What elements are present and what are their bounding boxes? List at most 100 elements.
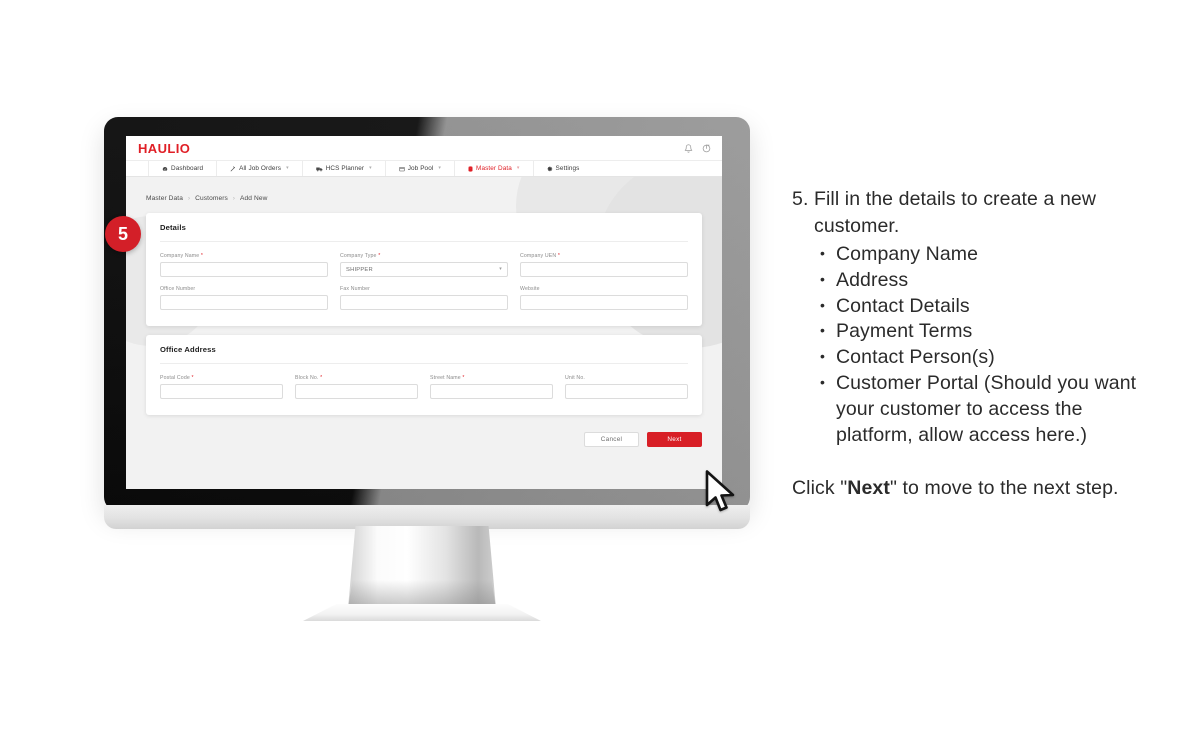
monitor-mockup: HAULIO Dashboard All Job Orders ▾ HCS Pl… (0, 0, 800, 660)
breadcrumb-separator-icon: › (188, 195, 191, 202)
nav-item-all-job-orders[interactable]: All Job Orders ▾ (217, 161, 303, 176)
nav-item-master-data[interactable]: Master Data ▾ (455, 161, 534, 176)
field-label: Company Type * (340, 253, 381, 259)
breadcrumb-item-customers[interactable]: Customers (195, 195, 228, 202)
nav-label: Dashboard (171, 165, 204, 172)
field-street-name: Street Name * (430, 375, 553, 399)
field-label: Unit No. (565, 375, 585, 381)
nav-label: Settings (555, 165, 580, 172)
next-button[interactable]: Next (647, 432, 702, 447)
closing-prefix: Click " (792, 477, 848, 500)
field-unit-no: Unit No. (565, 375, 688, 399)
details-card: Details Company Name * Company Type * SH… (146, 213, 702, 326)
field-office-number: Office Number (160, 286, 328, 310)
page-body: Master Data › Customers › Add New Detail… (126, 177, 722, 415)
required-marker: * (460, 375, 465, 381)
chevron-down-icon: ▾ (286, 165, 289, 171)
breadcrumb-item-add-new: Add New (240, 195, 268, 202)
breadcrumb-separator-icon: › (232, 195, 236, 202)
company-name-input[interactable] (160, 262, 328, 277)
notification-bell-icon[interactable] (684, 143, 693, 153)
breadcrumb: Master Data › Customers › Add New (146, 177, 702, 213)
logout-icon[interactable] (702, 144, 711, 153)
list-item: Address (820, 267, 1140, 294)
required-marker: * (556, 253, 561, 259)
field-company-uen: Company UEN * (520, 253, 688, 277)
postal-code-input[interactable] (160, 384, 283, 399)
nav-label: Master Data (476, 165, 512, 172)
field-block-no: Block No. * (295, 375, 418, 399)
company-type-select[interactable]: SHIPPER ▾ (340, 262, 508, 277)
field-website: Website (520, 286, 688, 310)
required-marker: * (318, 375, 323, 381)
instructions-panel: 5. Fill in the details to create a new c… (792, 186, 1140, 522)
app-header: HAULIO (126, 136, 722, 160)
list-item: Contact Details (820, 293, 1140, 320)
pencil-icon (230, 165, 236, 172)
list-item: Company Name (820, 241, 1140, 268)
field-company-type: Company Type * SHIPPER ▾ (340, 253, 508, 277)
truck-icon (315, 166, 323, 172)
details-row-2: Office Number Fax Number Website (160, 286, 688, 310)
nav-item-hcs-planner[interactable]: HCS Planner ▾ (303, 161, 386, 176)
closing-suffix: " to move to the next step. (889, 477, 1119, 500)
block-no-input[interactable] (295, 384, 418, 399)
field-label: Office Number (160, 286, 196, 292)
cancel-button[interactable]: Cancel (584, 432, 639, 447)
step-number-badge: 5 (105, 216, 141, 252)
closing-instruction-text: Click "Next" to move to the next step. (792, 474, 1140, 502)
step-instruction-text: 5. Fill in the details to create a new c… (792, 188, 1097, 237)
office-address-card-title: Office Address (160, 345, 688, 364)
company-type-value: SHIPPER (346, 266, 373, 273)
instruction-bullet-list: Company Name Address Contact Details Pay… (792, 241, 1140, 448)
field-label: Company UEN * (520, 253, 561, 259)
monitor-stand-base (303, 604, 541, 621)
field-label: Website (520, 286, 540, 292)
mouse-cursor-icon (705, 470, 739, 519)
chevron-down-icon: ▾ (438, 165, 442, 171)
chevron-down-icon: ▾ (499, 266, 502, 272)
office-address-row-1: Postal Code * Block No. * Street Name * (160, 375, 688, 399)
required-marker: * (376, 253, 381, 259)
form-actions: Cancel Next (126, 424, 722, 457)
nav-item-job-pool[interactable]: Job Pool ▾ (386, 161, 456, 176)
chevron-down-icon: ▾ (516, 165, 520, 171)
company-uen-input[interactable] (520, 262, 688, 277)
field-fax-number: Fax Number (340, 286, 508, 310)
nav-item-dashboard[interactable]: Dashboard (148, 161, 218, 176)
haulio-logo[interactable]: HAULIO (138, 142, 190, 155)
street-name-input[interactable] (430, 384, 553, 399)
nav-label: Job Pool (407, 165, 434, 172)
field-label: Block No. * (295, 375, 323, 381)
nav-label: All Job Orders (239, 165, 282, 172)
details-card-title: Details (160, 223, 688, 242)
container-icon (399, 166, 405, 172)
field-label: Postal Code * (160, 375, 194, 381)
list-item: Customer Portal (Should you want your cu… (820, 370, 1140, 448)
monitor-chin (104, 505, 750, 529)
speedometer-icon (162, 166, 168, 172)
list-item: Contact Person(s) (820, 344, 1140, 371)
field-postal-code: Postal Code * (160, 375, 283, 399)
closing-bold-next: Next (847, 477, 890, 500)
list-item: Payment Terms (820, 318, 1140, 345)
details-row-1: Company Name * Company Type * SHIPPER ▾ (160, 253, 688, 277)
main-nav: Dashboard All Job Orders ▾ HCS Planner ▾ (126, 160, 722, 177)
chevron-down-icon: ▾ (369, 165, 372, 171)
website-input[interactable] (520, 295, 688, 310)
field-company-name: Company Name * (160, 253, 328, 277)
field-label: Street Name * (430, 375, 465, 381)
field-label: Company Name * (160, 253, 204, 259)
field-label: Fax Number (340, 286, 371, 292)
nav-label: HCS Planner (325, 165, 365, 172)
fax-number-input[interactable] (340, 295, 508, 310)
gear-icon (547, 166, 553, 172)
breadcrumb-item-master-data[interactable]: Master Data (146, 195, 183, 202)
nav-item-settings[interactable]: Settings (534, 161, 593, 176)
monitor-screen: HAULIO Dashboard All Job Orders ▾ HCS Pl… (126, 136, 722, 489)
office-address-card: Office Address Postal Code * Block No. * (146, 335, 702, 415)
office-number-input[interactable] (160, 295, 328, 310)
monitor-stand-neck-shadow (348, 580, 496, 608)
unit-no-input[interactable] (565, 384, 688, 399)
database-icon (468, 165, 473, 172)
